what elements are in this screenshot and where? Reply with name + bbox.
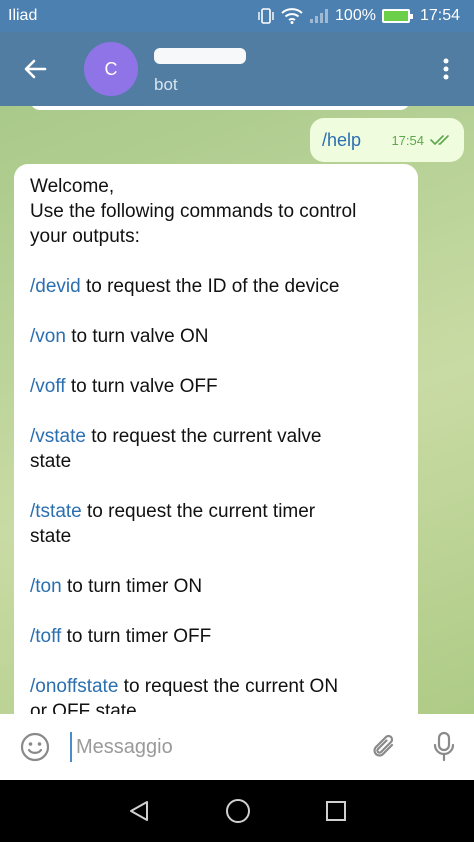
command-desc-cont: or OFF state [30, 701, 137, 714]
command-desc: to turn timer ON [61, 576, 203, 597]
outgoing-message-text: /help [322, 129, 362, 150]
emoji-button[interactable] [0, 731, 70, 763]
chat-area[interactable]: /help 17:54 Welcome, Use the following c… [0, 106, 474, 714]
back-button[interactable] [0, 32, 70, 106]
chat-title-block[interactable]: bot [154, 44, 418, 95]
command-link-voff[interactable]: /voff [30, 376, 66, 397]
command-link-onoffstate[interactable]: /onoffstate [30, 676, 118, 697]
carrier-name: Iliad [8, 7, 38, 24]
command-desc-cont: state [30, 526, 72, 547]
chat-name-redacted [154, 47, 246, 64]
intro-line-2: your outputs: [30, 226, 140, 247]
more-menu-button[interactable] [418, 32, 474, 106]
read-ticks-icon [430, 135, 449, 145]
command-line: /devid to request the ID of the device [30, 274, 402, 299]
avatar[interactable]: C [84, 42, 138, 96]
command-link-vstate[interactable]: /vstate [30, 426, 86, 447]
system-nav-bar [0, 780, 474, 842]
command-line: /onoffstate to request the current ON [30, 674, 402, 699]
mic-button[interactable] [414, 731, 474, 763]
outgoing-message-time: 17:54 [391, 132, 424, 148]
attach-icon [373, 734, 394, 757]
intro-line-1: Use the following commands to control [30, 201, 357, 222]
command-line: /ton to turn timer ON [30, 574, 402, 599]
command-line: /toff to turn timer OFF [30, 624, 402, 649]
command-desc: to request the current valve [85, 426, 322, 447]
command-desc: to turn timer OFF [61, 626, 212, 647]
wifi-icon [281, 8, 303, 24]
mic-icon [433, 731, 455, 762]
chat-subtitle: bot [154, 74, 178, 94]
battery-icon [381, 9, 413, 23]
signal-icon [310, 9, 329, 23]
nav-home-icon[interactable] [225, 798, 251, 824]
command-desc-cont: state [30, 451, 72, 472]
outgoing-message[interactable]: /help 17:54 [310, 118, 464, 162]
vibrate-icon [258, 8, 274, 24]
attach-button[interactable] [354, 732, 414, 762]
command-desc: to request the current ON [118, 676, 339, 697]
more-vert-icon [443, 58, 449, 80]
nav-recents-icon[interactable] [325, 800, 347, 822]
command-link-von[interactable]: /von [30, 326, 66, 347]
command-line: /vstate to request the current valve [30, 424, 402, 449]
clock: 17:54 [419, 7, 460, 24]
nav-back-icon[interactable] [127, 799, 151, 823]
command-link-toff[interactable]: /toff [30, 626, 61, 647]
command-desc: to request the ID of the device [80, 276, 340, 297]
avatar-letter: C [104, 58, 118, 79]
command-desc: to turn valve OFF [65, 376, 218, 397]
status-icons: 100% 17:54 [257, 7, 460, 25]
command-line: /von to turn valve ON [30, 324, 402, 349]
previous-message-edge [30, 106, 410, 110]
message-input[interactable] [70, 732, 354, 762]
command-desc: to turn valve ON [65, 326, 209, 347]
command-desc: to request the current timer [81, 501, 316, 522]
command-line: /voff to turn valve OFF [30, 374, 402, 399]
incoming-message[interactable]: Welcome, Use the following commands to c… [14, 164, 418, 714]
command-line: /tstate to request the current timer [30, 499, 402, 524]
message-composer [0, 714, 474, 780]
battery-percent: 100% [335, 7, 376, 24]
emoji-icon [20, 732, 50, 762]
command-link-tstate[interactable]: /tstate [30, 501, 82, 522]
status-bar: Iliad 100% 17:54 [0, 0, 474, 32]
welcome-line: Welcome, [30, 176, 115, 197]
back-arrow-icon [24, 59, 47, 79]
command-link-ton[interactable]: /ton [30, 576, 62, 597]
command-link-devid[interactable]: /devid [30, 276, 81, 297]
chat-header: C bot [0, 32, 474, 106]
